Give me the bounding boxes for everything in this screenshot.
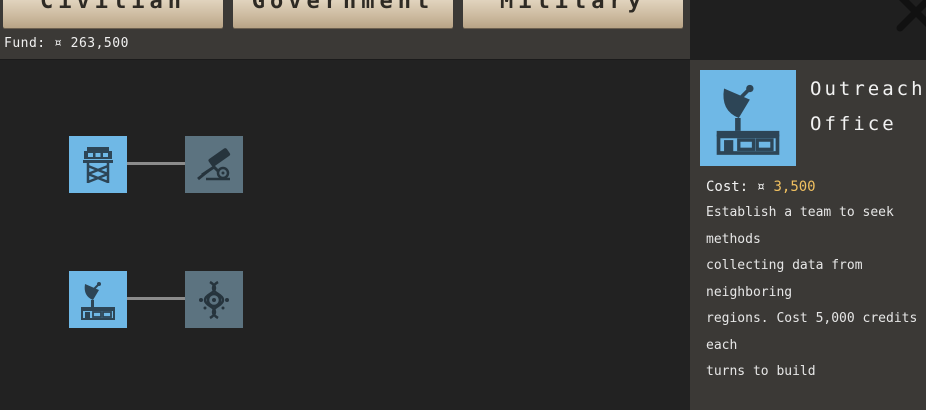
tree-node-surveillance[interactable] — [185, 136, 243, 193]
tree-node-watchtower[interactable] — [69, 136, 127, 193]
tab-government[interactable]: Government — [233, 0, 453, 28]
tab-military[interactable]: Military — [463, 0, 683, 28]
currency-icon: ¤ — [756, 179, 766, 195]
satellite-dish-building-icon — [81, 281, 115, 320]
detail-title: Outreach Office — [810, 78, 926, 135]
research-tree — [0, 60, 690, 410]
tree-connector — [127, 162, 185, 165]
detail-panel: Outreach Office Cost: ¤ 3,500 Establish … — [690, 60, 926, 410]
tab-civilian[interactable]: Civilian — [3, 0, 223, 28]
satellite-dish-building-icon — [716, 84, 780, 155]
cost-label: Cost: — [706, 179, 749, 195]
detail-icon-tile — [700, 70, 796, 166]
tree-connector — [127, 297, 185, 300]
watchtower-icon — [83, 146, 113, 183]
fund-amount: 263,500 — [70, 36, 129, 51]
detail-cost: Cost: ¤ 3,500 — [706, 179, 816, 195]
fund-label: Fund: — [4, 36, 46, 51]
currency-icon: ¤ — [53, 36, 63, 51]
fund-display: Fund: ¤ 263,500 — [4, 36, 129, 51]
cost-value: 3,500 — [773, 179, 816, 195]
top-bar: Civilian Government Military Fund: ¤ 263… — [0, 0, 690, 60]
close-area — [690, 0, 926, 60]
detail-description: Establish a team to seek methods collect… — [706, 205, 918, 379]
surveillance-camera-icon — [197, 147, 231, 180]
dna-gear-icon — [199, 280, 229, 319]
close-icon[interactable] — [896, 0, 926, 32]
tree-node-outreach-office[interactable] — [69, 271, 127, 328]
tree-node-genetics[interactable] — [185, 271, 243, 328]
